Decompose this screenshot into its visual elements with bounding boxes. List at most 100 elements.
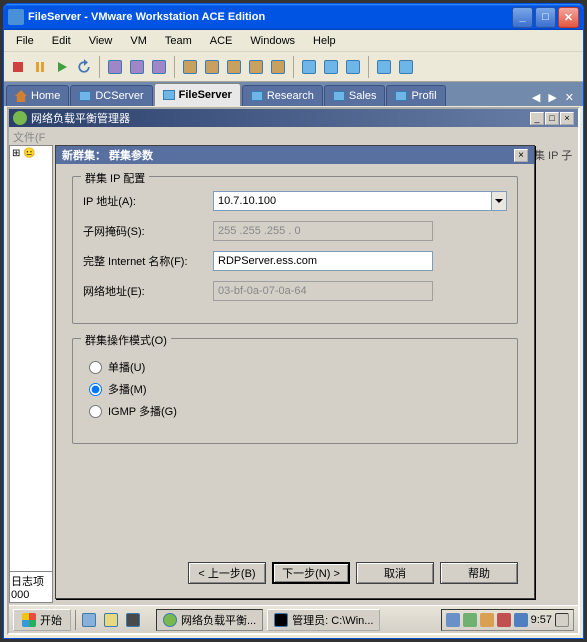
team-btn-1[interactable] <box>180 57 200 77</box>
inner-close[interactable]: × <box>560 112 574 125</box>
view-btn-1[interactable] <box>299 57 319 77</box>
subnet-mask-label: 子网掩码(S): <box>83 223 213 239</box>
reset-button[interactable] <box>74 57 94 77</box>
group-legend: 群集操作模式(O) <box>81 332 171 348</box>
tab-fileserver[interactable]: FileServer <box>154 83 241 106</box>
tab-label: Profil <box>411 90 436 102</box>
tray-show-desktop[interactable] <box>555 613 569 627</box>
vm-icon <box>79 91 91 101</box>
vm-icon <box>395 91 407 101</box>
inner-minimize[interactable]: _ <box>530 112 544 125</box>
poweron-button[interactable] <box>52 57 72 77</box>
cluster-mode-group: 群集操作模式(O) 单播(U) 多播(M) IGMP 多播(G) <box>72 338 518 444</box>
tray-icon[interactable] <box>480 613 494 627</box>
tray-icon[interactable] <box>497 613 511 627</box>
maximize-button[interactable]: □ <box>535 7 556 28</box>
tray-volume-icon[interactable] <box>514 613 528 627</box>
menu-help[interactable]: Help <box>305 33 344 49</box>
unicast-radio[interactable] <box>89 361 102 374</box>
multicast-radio[interactable] <box>89 383 102 396</box>
menu-windows[interactable]: Windows <box>242 33 303 49</box>
team-btn-3[interactable] <box>224 57 244 77</box>
fqdn-input[interactable] <box>213 251 433 271</box>
unity-button[interactable] <box>396 57 416 77</box>
outer-toolbar <box>4 52 583 82</box>
quicklaunch-app[interactable] <box>124 611 142 629</box>
snapshot-button[interactable] <box>105 57 125 77</box>
tray-clock[interactable]: 9:57 <box>531 614 552 626</box>
guest-display: 网络负载平衡管理器 _ □ × 文件(F ⊞ 😐 集 IP 子 日志项 000 … <box>7 107 580 635</box>
quicklaunch-desktop[interactable] <box>80 611 98 629</box>
tab-label: Sales <box>349 90 377 102</box>
network-address-input <box>213 281 433 301</box>
dialog-titlebar[interactable]: 新群集： 群集参数 × <box>56 146 534 164</box>
tray-icon[interactable] <box>463 613 477 627</box>
inner-maximize[interactable]: □ <box>545 112 559 125</box>
vm-icon <box>163 90 175 100</box>
snapshot-mgr-button[interactable] <box>149 57 169 77</box>
cancel-button[interactable]: 取消 <box>356 562 434 584</box>
dialog-close-button[interactable]: × <box>514 149 528 162</box>
help-button[interactable]: 帮助 <box>440 562 518 584</box>
fullscreen-button[interactable] <box>374 57 394 77</box>
outer-menubar: File Edit View VM Team ACE Windows Help <box>4 30 583 52</box>
tab-close[interactable]: ✕ <box>562 89 577 106</box>
tab-scroll-right[interactable]: ▶ <box>545 89 559 106</box>
tab-home-label: Home <box>31 90 60 102</box>
log-pane: 日志项 000 <box>9 571 53 603</box>
minimize-button[interactable]: _ <box>512 7 533 28</box>
tree-root[interactable]: ⊞ 😐 <box>10 146 52 161</box>
tree-pane[interactable]: ⊞ 😐 <box>9 145 53 573</box>
taskbar-item-nlb[interactable]: 网络负载平衡... <box>156 609 263 631</box>
home-icon <box>15 90 27 102</box>
next-button[interactable]: 下一步(N) > <box>272 562 350 584</box>
poweroff-button[interactable] <box>8 57 28 77</box>
menu-file[interactable]: File <box>8 33 42 49</box>
ip-address-input[interactable] <box>213 191 491 211</box>
team-btn-5[interactable] <box>268 57 288 77</box>
tab-label: Research <box>267 90 314 102</box>
tab-research[interactable]: Research <box>242 85 323 106</box>
team-btn-4[interactable] <box>246 57 266 77</box>
tab-label: DCServer <box>95 90 143 102</box>
tab-profil[interactable]: Profil <box>386 85 445 106</box>
back-button[interactable]: < 上一步(B) <box>188 562 266 584</box>
menu-vm[interactable]: VM <box>122 33 155 49</box>
outer-title: FileServer - VMware Workstation ACE Edit… <box>28 11 512 23</box>
start-button[interactable]: 开始 <box>13 609 71 631</box>
group-legend: 群集 IP 配置 <box>81 170 149 186</box>
right-column-header: 集 IP 子 <box>532 145 578 165</box>
fqdn-label: 完整 Internet 名称(F): <box>83 253 213 269</box>
multicast-label[interactable]: 多播(M) <box>108 381 147 397</box>
unicast-label[interactable]: 单播(U) <box>108 359 145 375</box>
quicklaunch-explorer[interactable] <box>102 611 120 629</box>
tray-icon[interactable] <box>446 613 460 627</box>
menu-edit[interactable]: Edit <box>44 33 79 49</box>
nlb-menubar[interactable]: 文件(F <box>9 127 578 145</box>
menu-file-stub: 文件(F <box>13 132 45 144</box>
nlb-manager-titlebar[interactable]: 网络负载平衡管理器 _ □ × <box>9 109 578 127</box>
tab-home[interactable]: Home <box>6 85 69 106</box>
vmware-icon <box>8 9 24 25</box>
menu-team[interactable]: Team <box>157 33 200 49</box>
tab-scroll-left[interactable]: ◀ <box>529 89 543 106</box>
team-btn-2[interactable] <box>202 57 222 77</box>
view-btn-3[interactable] <box>343 57 363 77</box>
igmp-multicast-radio[interactable] <box>89 405 102 418</box>
vm-icon <box>333 91 345 101</box>
menu-ace[interactable]: ACE <box>202 33 241 49</box>
suspend-button[interactable] <box>30 57 50 77</box>
ip-dropdown-button[interactable] <box>491 191 507 211</box>
taskbar-item-cmd[interactable]: 管理员: C:\Win... <box>267 609 380 631</box>
close-button[interactable]: ✕ <box>558 7 579 28</box>
tab-sales[interactable]: Sales <box>324 85 386 106</box>
ip-address-combo[interactable] <box>213 191 507 211</box>
menu-view[interactable]: View <box>81 33 121 49</box>
system-tray[interactable]: 9:57 <box>441 609 574 631</box>
igmp-label[interactable]: IGMP 多播(G) <box>108 403 177 419</box>
subnet-mask-input <box>213 221 433 241</box>
revert-button[interactable] <box>127 57 147 77</box>
outer-titlebar[interactable]: FileServer - VMware Workstation ACE Edit… <box>4 4 583 30</box>
tab-dcserver[interactable]: DCServer <box>70 85 152 106</box>
view-btn-2[interactable] <box>321 57 341 77</box>
